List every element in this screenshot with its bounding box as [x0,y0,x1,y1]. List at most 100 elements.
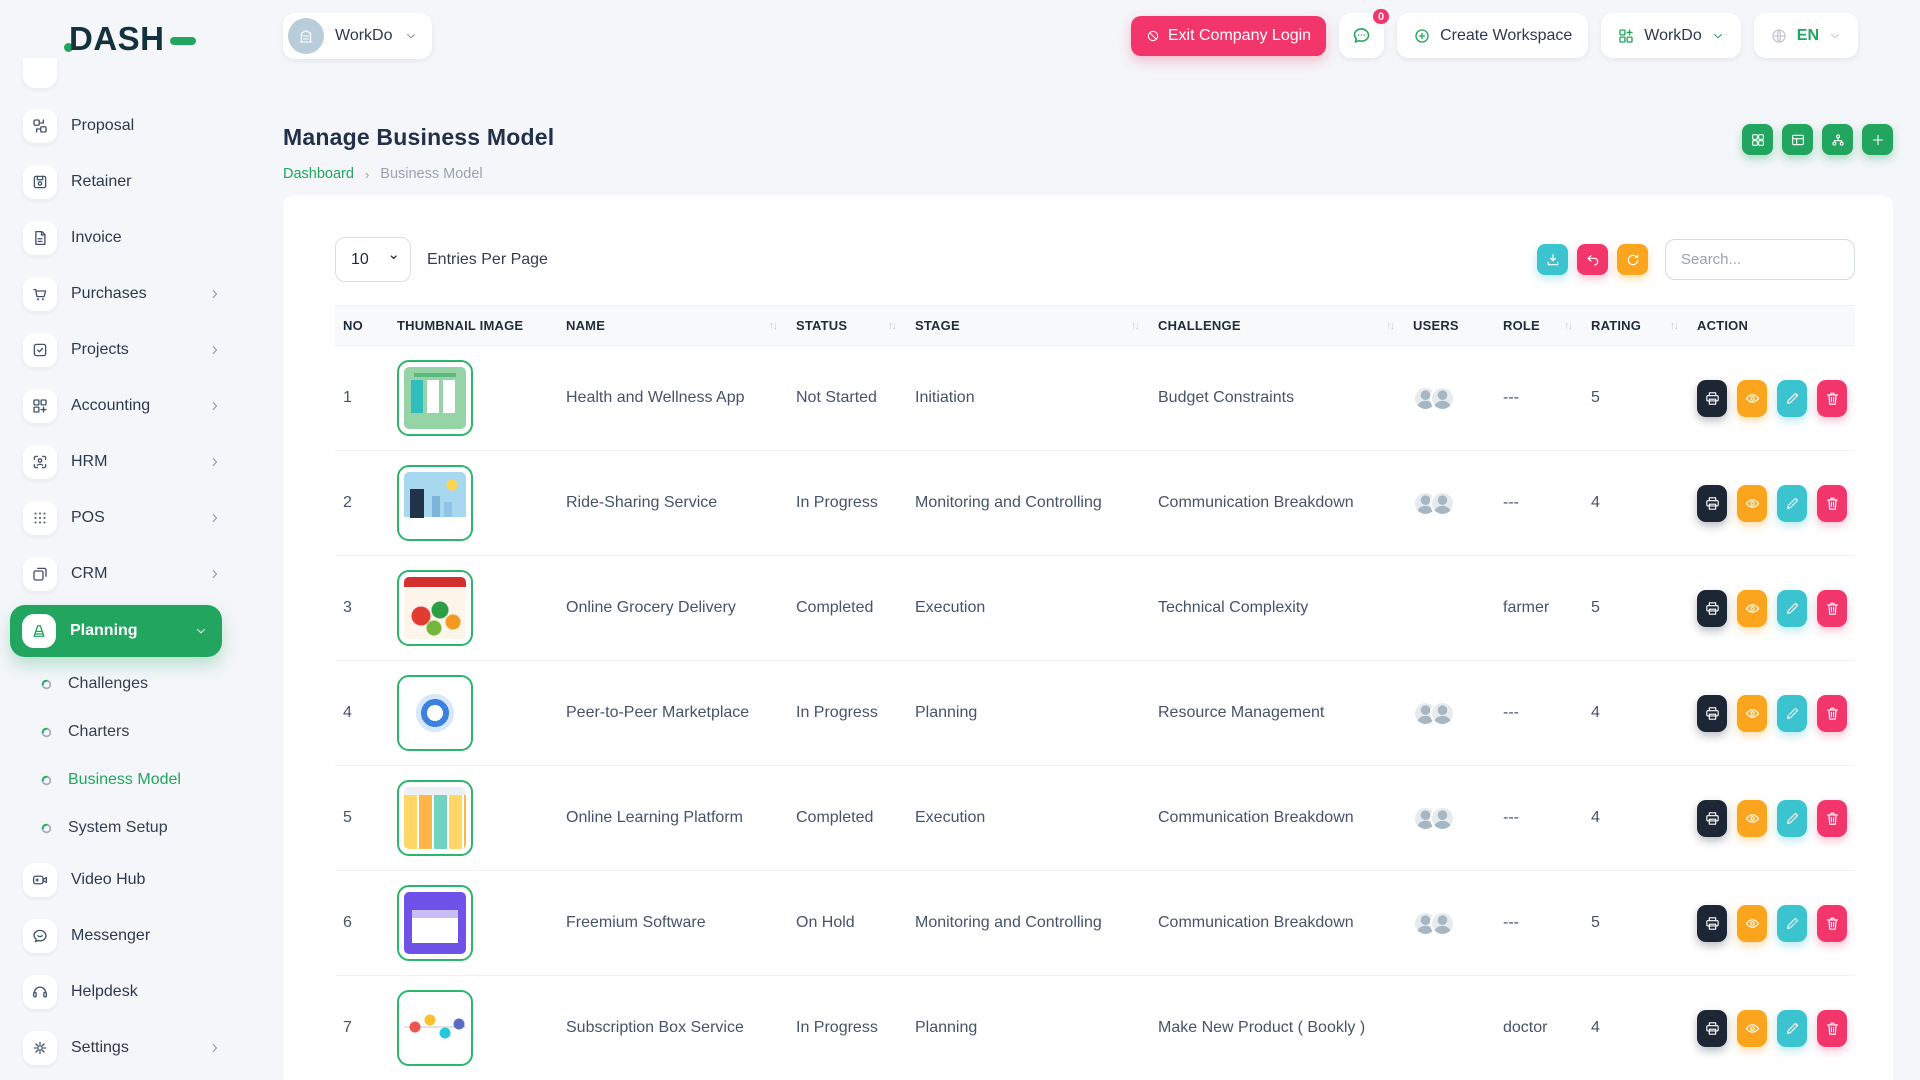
column-header-rating[interactable]: RATING↑↓ [1583,306,1689,346]
sidebar-item-messenger[interactable]: Messenger [0,908,232,964]
exit-company-login-button[interactable]: Exit Company Login [1131,16,1326,56]
table-view-button[interactable] [1782,124,1813,155]
sort-icon[interactable]: ↑↓ [1386,320,1393,332]
sidebar-subitem-label: Challenges [68,675,148,693]
print-button[interactable] [1697,1010,1727,1047]
table-row: 2Ride-Sharing ServiceIn ProgressMonitori… [335,451,1855,556]
sidebar-subitem-system-setup[interactable]: System Setup [0,804,232,852]
sort-icon[interactable]: ↑↓ [1670,320,1677,332]
workflow-view-button[interactable] [1822,124,1853,155]
refresh-button[interactable] [1617,244,1648,275]
delete-button[interactable] [1817,380,1847,417]
cell-thumbnail [389,976,558,1080]
edit-button[interactable] [1777,485,1807,522]
print-button[interactable] [1697,905,1727,942]
sort-icon[interactable]: ↑↓ [1564,320,1571,332]
i-eye-icon [1744,1020,1761,1037]
user-avatar[interactable] [1430,911,1455,936]
cell-stage: Planning [907,976,1150,1080]
thumbnail-mobile-app-screens [397,360,473,436]
print-button[interactable] [1697,800,1727,837]
breadcrumb-dashboard-link[interactable]: Dashboard [283,166,354,182]
print-button[interactable] [1697,485,1727,522]
sidebar-item-settings[interactable]: Settings [0,1020,232,1076]
language-selector[interactable]: EN [1754,13,1858,58]
delete-button[interactable] [1817,905,1847,942]
view-button[interactable] [1737,800,1767,837]
sidebar-item-label: CRM [71,565,107,583]
edit-button[interactable] [1777,1010,1807,1047]
edit-button[interactable] [1777,590,1807,627]
sidebar-item-hrm[interactable]: HRM [0,434,232,490]
edit-button[interactable] [1777,380,1807,417]
sidebar-item-accounting[interactable]: Accounting [0,378,232,434]
messages-button[interactable]: 0 [1339,13,1384,58]
edit-button[interactable] [1777,800,1807,837]
export-button[interactable] [1537,244,1568,275]
sidebar-item-proposal[interactable]: Proposal [0,98,232,154]
view-button[interactable] [1737,905,1767,942]
column-header-challenge[interactable]: CHALLENGE↑↓ [1150,306,1405,346]
sidebar-item-purchases[interactable]: Purchases [0,266,232,322]
sidebar-item-retainer[interactable]: Retainer [0,154,232,210]
sidebar-item-invoice[interactable]: Invoice [0,210,232,266]
grid-view-button[interactable] [1742,124,1773,155]
cell-stage: Monitoring and Controlling [907,451,1150,556]
hrm-icon [23,445,57,479]
i-pencil-icon [1784,915,1801,932]
delete-button[interactable] [1817,695,1847,732]
add-business-model-button[interactable] [1862,124,1893,155]
app-logo[interactable]: DASH [0,0,232,56]
workspace-switcher[interactable]: WorkDo [283,13,432,59]
sort-icon[interactable]: ↑↓ [888,320,895,332]
sidebar-item-planning[interactable]: Planning [10,605,222,657]
cell-thumbnail [389,451,558,556]
print-button[interactable] [1697,380,1727,417]
delete-button[interactable] [1817,1010,1847,1047]
sidebar-subitem-business-model[interactable]: Business Model [0,756,232,804]
create-workspace-button[interactable]: Create Workspace [1397,13,1588,58]
user-avatar[interactable] [1430,491,1455,516]
user-avatar[interactable] [1430,386,1455,411]
thumbnail-city-ride-illustration [397,465,473,541]
sidebar-item-partial[interactable] [23,58,57,88]
delete-button[interactable] [1817,485,1847,522]
user-avatar[interactable] [1430,701,1455,726]
sort-icon[interactable]: ↑↓ [769,320,776,332]
sidebar-item-video-hub[interactable]: Video Hub [0,852,232,908]
sidebar-item-pos[interactable]: POS [0,490,232,546]
delete-button[interactable] [1817,800,1847,837]
edit-button[interactable] [1777,695,1807,732]
sidebar-item-crm[interactable]: CRM [0,546,232,602]
sidebar-subitem-challenges[interactable]: Challenges [0,660,232,708]
i-sitemap-icon [1830,132,1846,148]
column-header-name[interactable]: NAME↑↓ [558,306,788,346]
table-header-row: NOTHUMBNAIL IMAGENAME↑↓STATUS↑↓STAGE↑↓CH… [335,306,1855,346]
column-header-stage[interactable]: STAGE ↑↓ [907,306,1150,346]
column-label: STAGE [915,318,960,333]
sidebar-item-projects[interactable]: Projects [0,322,232,378]
view-button[interactable] [1737,695,1767,732]
print-button[interactable] [1697,590,1727,627]
view-button[interactable] [1737,1010,1767,1047]
user-avatar[interactable] [1430,806,1455,831]
delete-button[interactable] [1817,590,1847,627]
sort-icon[interactable]: ↑↓ [1131,320,1138,332]
view-button[interactable] [1737,590,1767,627]
sidebar-item-label: Proposal [71,117,134,135]
sidebar-subitem-charters[interactable]: Charters [0,708,232,756]
column-header-role[interactable]: ROLE↑↓ [1495,306,1583,346]
entries-per-page-select[interactable]: 10 [335,237,411,282]
print-button[interactable] [1697,695,1727,732]
topbar-actions: Exit Company Login 0 Create Workspace Wo… [1131,13,1893,58]
column-label: NO [343,318,363,333]
view-button[interactable] [1737,485,1767,522]
column-header-status[interactable]: STATUS↑↓ [788,306,907,346]
app-switcher-button[interactable]: WorkDo [1601,13,1741,58]
search-input[interactable] [1665,239,1855,280]
undo-button[interactable] [1577,244,1608,275]
sidebar-item-helpdesk[interactable]: Helpdesk [0,964,232,1020]
view-button[interactable] [1737,380,1767,417]
edit-button[interactable] [1777,905,1807,942]
cell-no: 3 [335,556,389,661]
